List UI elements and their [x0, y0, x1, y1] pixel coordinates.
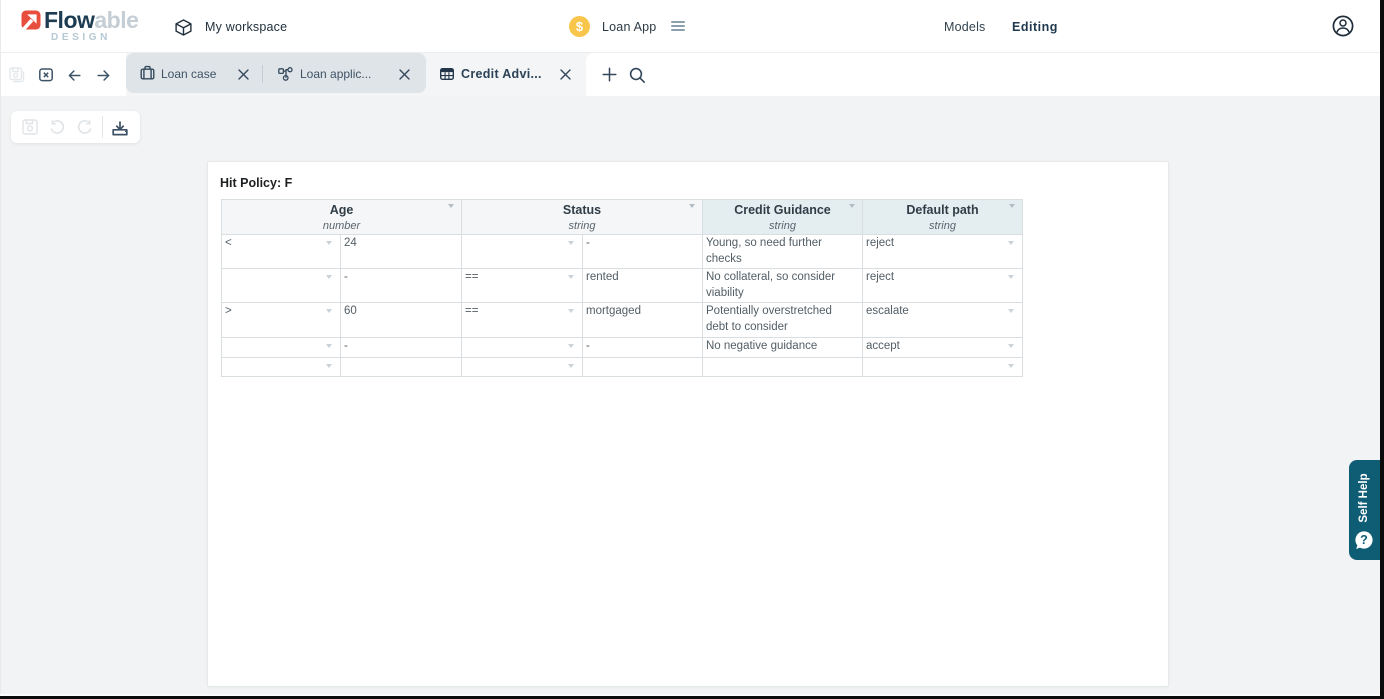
svg-text:?: ? — [1360, 533, 1368, 547]
